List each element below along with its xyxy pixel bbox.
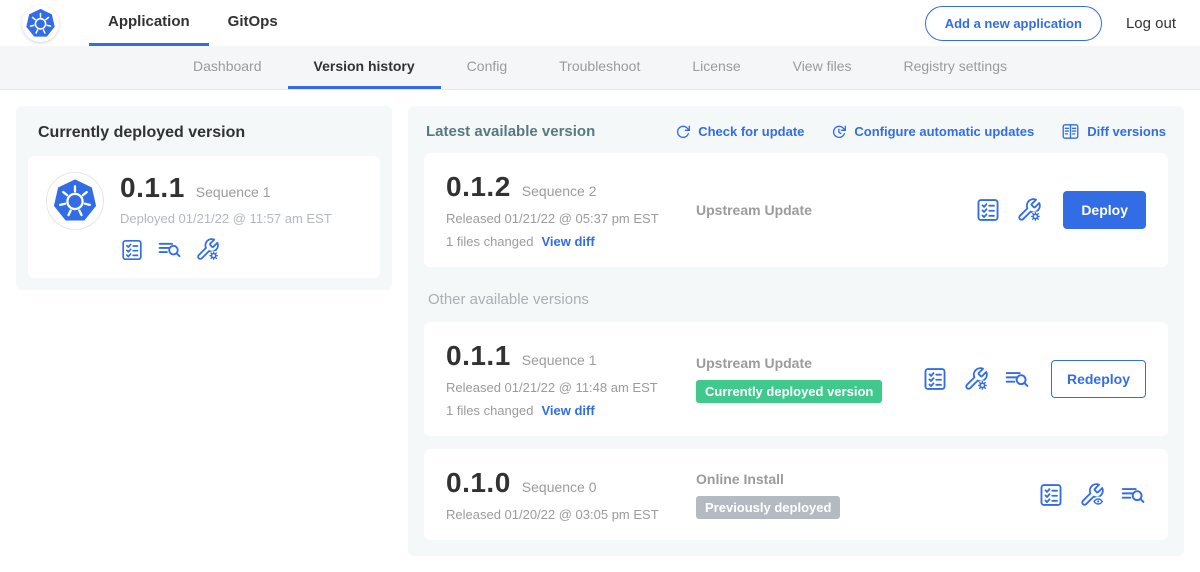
version-card-0-1-0: 0.1.0 Sequence 0 Released 01/20/22 @ 03:…: [424, 449, 1168, 540]
version-source-label: Online Install: [696, 471, 784, 487]
tab-registry-settings[interactable]: Registry settings: [878, 46, 1033, 89]
tab-dashboard[interactable]: Dashboard: [167, 46, 288, 89]
currently-deployed-badge: Currently deployed version: [696, 380, 882, 403]
version-card-0-1-1: 0.1.1 Sequence 1 Released 01/21/22 @ 11:…: [424, 322, 1168, 436]
version-source-label: Upstream Update: [696, 355, 812, 371]
kubernetes-app-icon: [52, 178, 98, 224]
preflight-checks-icon[interactable]: [922, 366, 948, 392]
diff-versions-label: Diff versions: [1087, 124, 1166, 139]
version-number: 0.1.1: [446, 340, 511, 372]
diff-icon: [1061, 122, 1080, 141]
tab-troubleshoot[interactable]: Troubleshoot: [533, 46, 666, 89]
other-versions-title: Other available versions: [428, 291, 1164, 308]
sequence-label: Sequence 1: [522, 352, 597, 368]
kubernetes-logo-icon: [22, 5, 59, 42]
tab-config[interactable]: Config: [441, 46, 533, 89]
logout-link[interactable]: Log out: [1126, 15, 1176, 32]
deploy-logs-icon[interactable]: [1004, 366, 1030, 392]
config-wrench-gear-icon[interactable]: [963, 366, 989, 392]
released-timestamp: Released 01/21/22 @ 05:37 pm EST: [446, 211, 696, 226]
deployed-panel-title: Currently deployed version: [38, 124, 370, 142]
latest-available-title: Latest available version: [426, 123, 648, 140]
deployed-timestamp: Deployed 01/21/22 @ 11:57 am EST: [120, 211, 332, 226]
deployed-version-number: 0.1.1: [120, 172, 185, 204]
deployed-version-card: 0.1.1 Sequence 1 Deployed 01/21/22 @ 11:…: [28, 156, 380, 278]
tab-application-label: Application: [108, 13, 190, 30]
view-config-wrench-eye-icon[interactable]: [1079, 482, 1105, 508]
configure-automatic-updates-label: Configure automatic updates: [854, 124, 1034, 139]
app-sub-nav: Dashboard Version history Config Trouble…: [0, 46, 1200, 90]
released-timestamp: Released 01/21/22 @ 11:48 am EST: [446, 380, 696, 395]
available-versions-panel: Latest available version Check for updat…: [408, 106, 1184, 556]
add-application-button[interactable]: Add a new application: [925, 6, 1102, 41]
sequence-label: Sequence 0: [522, 479, 597, 495]
tab-application[interactable]: Application: [89, 0, 209, 46]
check-for-update-link[interactable]: Check for update: [675, 124, 804, 140]
tab-gitops[interactable]: GitOps: [209, 0, 297, 46]
configure-automatic-updates-link[interactable]: Configure automatic updates: [831, 124, 1034, 140]
deployed-sequence-label: Sequence 1: [196, 184, 271, 200]
config-wrench-gear-icon[interactable]: [195, 237, 220, 262]
refresh-icon: [675, 124, 691, 140]
app-logo: [22, 0, 59, 46]
config-wrench-gear-icon[interactable]: [1016, 197, 1042, 223]
sequence-label: Sequence 2: [522, 183, 597, 199]
version-source-label: Upstream Update: [696, 202, 812, 218]
version-card-0-1-2: 0.1.2 Sequence 2 Released 01/21/22 @ 05:…: [424, 153, 1168, 267]
files-changed-label: 1 files changed: [446, 234, 533, 249]
deploy-logs-icon[interactable]: [1120, 482, 1146, 508]
tab-license[interactable]: License: [666, 46, 766, 89]
top-nav-tabs: Application GitOps: [89, 0, 297, 46]
currently-deployed-panel: Currently deployed version 0.1.1 Sequenc…: [16, 106, 392, 290]
released-timestamp: Released 01/20/22 @ 03:05 pm EST: [446, 507, 696, 522]
preflight-checks-icon[interactable]: [975, 197, 1001, 223]
check-for-update-label: Check for update: [698, 124, 804, 139]
main-content: Currently deployed version 0.1.1 Sequenc…: [0, 90, 1200, 572]
app-icon-ring: [46, 172, 104, 230]
diff-versions-link[interactable]: Diff versions: [1061, 122, 1166, 141]
preflight-checks-icon[interactable]: [120, 238, 144, 262]
tab-gitops-label: GitOps: [228, 13, 278, 30]
deploy-logs-icon[interactable]: [157, 237, 182, 262]
preflight-checks-icon[interactable]: [1038, 482, 1064, 508]
view-diff-link[interactable]: View diff: [541, 234, 594, 249]
deploy-button[interactable]: Deploy: [1063, 191, 1146, 229]
version-number: 0.1.0: [446, 467, 511, 499]
version-number: 0.1.2: [446, 171, 511, 203]
view-diff-link[interactable]: View diff: [541, 403, 594, 418]
tab-view-files[interactable]: View files: [767, 46, 878, 89]
redeploy-button[interactable]: Redeploy: [1051, 360, 1146, 398]
files-changed-label: 1 files changed: [446, 403, 533, 418]
tab-version-history[interactable]: Version history: [288, 46, 441, 89]
previously-deployed-badge: Previously deployed: [696, 496, 840, 519]
top-nav: Application GitOps Add a new application…: [0, 0, 1200, 46]
schedule-refresh-icon: [831, 124, 847, 140]
